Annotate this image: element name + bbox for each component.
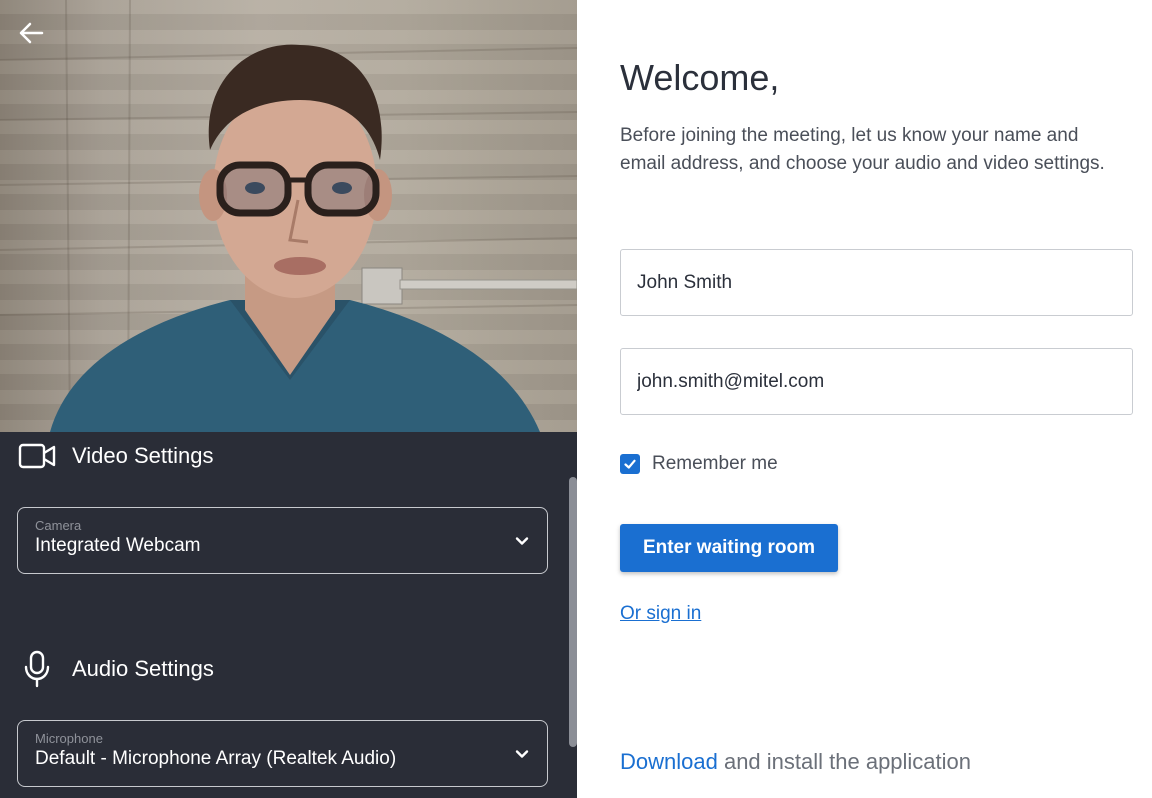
- email-field[interactable]: [620, 348, 1133, 415]
- join-form-pane: Welcome, Before joining the meeting, let…: [577, 0, 1152, 798]
- camera-label: Camera: [35, 518, 82, 533]
- preview-pane: Video Settings Camera Integrated Webcam …: [0, 0, 577, 798]
- sign-in-link[interactable]: Or sign in: [620, 603, 701, 625]
- arrow-left-icon: [19, 22, 44, 44]
- device-settings-panel: Video Settings Camera Integrated Webcam …: [0, 432, 569, 798]
- video-camera-icon: [18, 442, 56, 470]
- camera-value: Integrated Webcam: [35, 535, 201, 556]
- page-title: Welcome,: [620, 57, 780, 98]
- name-field[interactable]: [620, 249, 1133, 316]
- remember-me-checkbox[interactable]: Remember me: [620, 453, 778, 475]
- download-link[interactable]: Download: [620, 749, 718, 774]
- audio-settings-title: Audio Settings: [72, 656, 214, 681]
- checkbox-checked-icon[interactable]: [620, 454, 640, 474]
- download-prompt: Download and install the application: [620, 749, 971, 775]
- audio-settings-heading: Audio Settings: [18, 650, 214, 688]
- chevron-down-icon: [515, 537, 529, 545]
- video-settings-title: Video Settings: [72, 443, 214, 468]
- back-button[interactable]: [14, 18, 48, 48]
- microphone-icon: [18, 650, 56, 688]
- microphone-label: Microphone: [35, 731, 103, 746]
- camera-select[interactable]: Camera Integrated Webcam: [17, 507, 548, 574]
- settings-scrollbar[interactable]: [569, 432, 577, 798]
- scrollbar-thumb[interactable]: [569, 477, 577, 747]
- intro-text: Before joining the meeting, let us know …: [620, 125, 1105, 174]
- download-text: and install the application: [717, 749, 972, 774]
- webcam-image: [0, 0, 577, 432]
- microphone-value: Default - Microphone Array (Realtek Audi…: [35, 748, 397, 769]
- video-settings-heading: Video Settings: [18, 442, 213, 470]
- camera-preview: [0, 0, 577, 432]
- microphone-select[interactable]: Microphone Default - Microphone Array (R…: [17, 720, 548, 787]
- enter-waiting-room-button[interactable]: Enter waiting room: [620, 524, 838, 572]
- remember-me-label: Remember me: [652, 453, 778, 474]
- chevron-down-icon: [515, 750, 529, 758]
